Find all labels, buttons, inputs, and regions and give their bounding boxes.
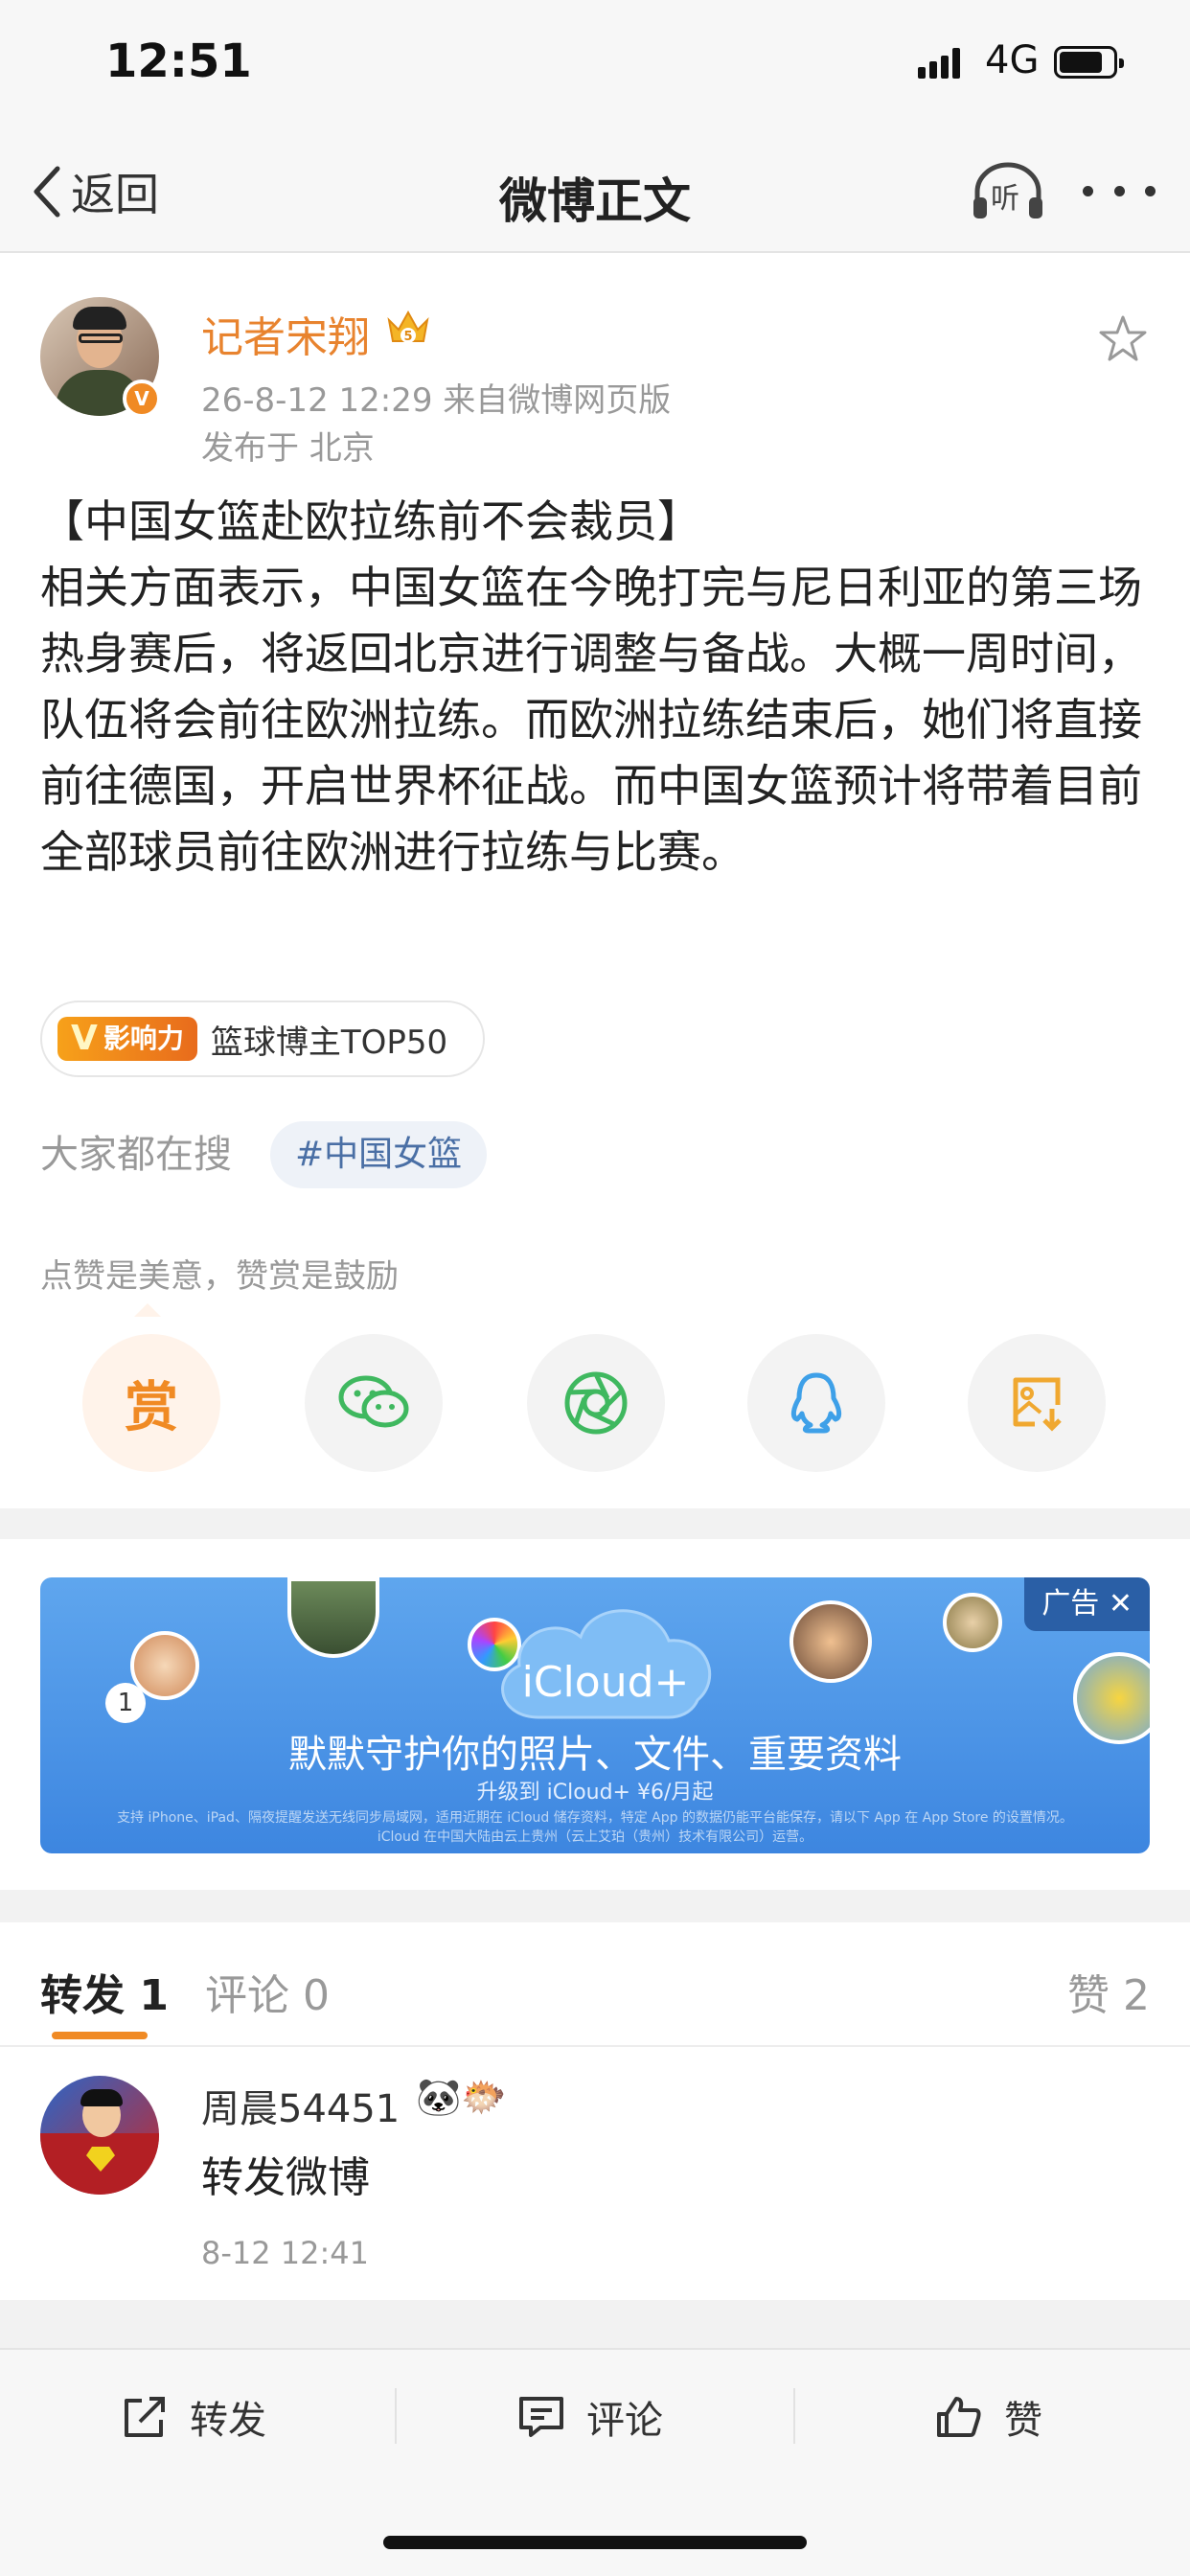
listen-button[interactable]: 听 (970, 161, 1046, 220)
post-location: 发布于 北京 (201, 429, 375, 468)
repost-user-emoji: 🐼🐡 (416, 2076, 507, 2118)
tab-like[interactable]: 赞 2 (1067, 1961, 1150, 2022)
author-name[interactable]: 记者宋翔 (201, 303, 370, 364)
like-button[interactable]: 赞 (935, 2388, 1042, 2446)
svg-text:5: 5 (403, 330, 412, 344)
save-image-button[interactable] (968, 1334, 1106, 1472)
ad-fine-print: iCloud 在中国大陆由云上贵州（云上艾珀（贵州）技术有限公司）运营。 (377, 1829, 813, 1845)
crown-icon: 5 (387, 310, 429, 344)
tab-repost[interactable]: 转发 1 (40, 1961, 169, 2022)
toolbar-divider (395, 2388, 397, 2444)
ad-photo-bubble (943, 1593, 1002, 1652)
post-headline: 【中国女篮赴欧拉练前不会裁员】 (40, 495, 701, 547)
save-image-icon (1013, 1377, 1062, 1432)
status-time: 12:51 (105, 34, 252, 88)
like-label: 赞 (1004, 2399, 1042, 2443)
ad-photo-bubble (287, 1577, 379, 1658)
tab-comment[interactable]: 评论 0 (205, 1961, 330, 2022)
repost-user-name[interactable]: 周晨54451 (201, 2078, 400, 2133)
ad-pin-badge: 1 (105, 1683, 146, 1723)
ad-banner[interactable]: 1 iCloud+ 广告 ✕ 默默守护你的照片、文件、重要资料 升级到 iClo… (40, 1577, 1150, 1853)
reward-tip-arrow (134, 1303, 161, 1317)
battery-icon (1054, 46, 1124, 79)
post-body: 相关方面表示，中国女篮在今晚打完与尼日利亚的第三场热身赛后，将返回北京进行调整与… (40, 562, 1142, 878)
wechat-icon (338, 1375, 409, 1428)
post-meta: 26-8-12 12:29 来自微博网页版 (201, 381, 672, 420)
ad-close-button[interactable]: 广告 ✕ (1024, 1577, 1150, 1631)
active-tab-indicator (52, 2032, 148, 2039)
more-button[interactable] (1083, 180, 1156, 201)
influence-tag[interactable]: V 影响力 篮球博主TOP50 (40, 1000, 485, 1077)
repost-icon (125, 2397, 165, 2437)
star-icon[interactable] (1098, 314, 1148, 362)
status-bar: 12:51 4G (0, 0, 1190, 134)
reward-tip: 点赞是美意，赞赏是鼓励 (40, 1257, 399, 1296)
influence-badge: V 影响力 (57, 1017, 197, 1061)
ad-headline: 默默守护你的照片、文件、重要资料 (288, 1733, 902, 1777)
home-indicator[interactable] (383, 2536, 807, 2549)
listen-label: 听 (991, 182, 1019, 216)
share-qq-button[interactable] (747, 1334, 885, 1472)
toolbar-divider (793, 2388, 795, 2444)
ad-fine-print: 支持 iPhone、iPad、隔夜提醒发送无线同步局域网，适用近期在 iClou… (117, 1810, 1073, 1826)
signal-icon (918, 48, 964, 79)
repost-text: 转发微博 (201, 2153, 370, 2202)
post-content: 【中国女篮赴欧拉练前不会裁员】 相关方面表示，中国女篮在今晚打完与尼日利亚的第三… (40, 489, 1152, 886)
reward-button[interactable]: 赏 (82, 1334, 220, 1472)
share-wechat-button[interactable] (305, 1334, 443, 1472)
verified-badge: V (123, 380, 161, 418)
ad-photo-bubble (790, 1600, 872, 1683)
comment-label: 评论 (586, 2399, 663, 2443)
nav-bar: 返回 微博正文 听 (0, 134, 1190, 253)
close-icon: ✕ (1108, 1587, 1133, 1621)
ad-tag-label: 广告 (1041, 1587, 1100, 1621)
influence-tag-label: 篮球博主TOP50 (210, 1023, 448, 1062)
ad-subline: 升级到 iCloud+ ¥6/月起 (476, 1781, 714, 1805)
comment-icon (519, 2397, 563, 2437)
repost-list: 周晨54451 🐼🐡 转发微博 8-12 12:41 (0, 2047, 1190, 2300)
qq-icon (790, 1372, 842, 1434)
repost-time: 8-12 12:41 (201, 2235, 370, 2271)
topic-tag[interactable]: #中国女篮 (270, 1121, 488, 1188)
ad-section: 1 iCloud+ 广告 ✕ 默默守护你的照片、文件、重要资料 升级到 iClo… (0, 1539, 1190, 1890)
repost-button[interactable]: 转发 (121, 2388, 266, 2446)
search-label: 大家都在搜 (40, 1133, 232, 1177)
repost-user-avatar[interactable] (40, 2076, 159, 2195)
interaction-tabs: 转发 1 评论 0 赞 2 (0, 1922, 1190, 2047)
ad-brand: iCloud+ (521, 1658, 690, 1707)
post-card: V 记者宋翔 5 26-8-12 12:29 来自微博网页版 发布于 北京 【中… (0, 253, 1190, 1508)
repost-label: 转发 (190, 2399, 266, 2443)
share-moments-button[interactable] (527, 1334, 665, 1472)
comment-button[interactable]: 评论 (517, 2388, 663, 2446)
moments-icon (564, 1371, 628, 1435)
network-type: 4G (985, 38, 1040, 82)
thumbs-up-icon (937, 2397, 981, 2437)
